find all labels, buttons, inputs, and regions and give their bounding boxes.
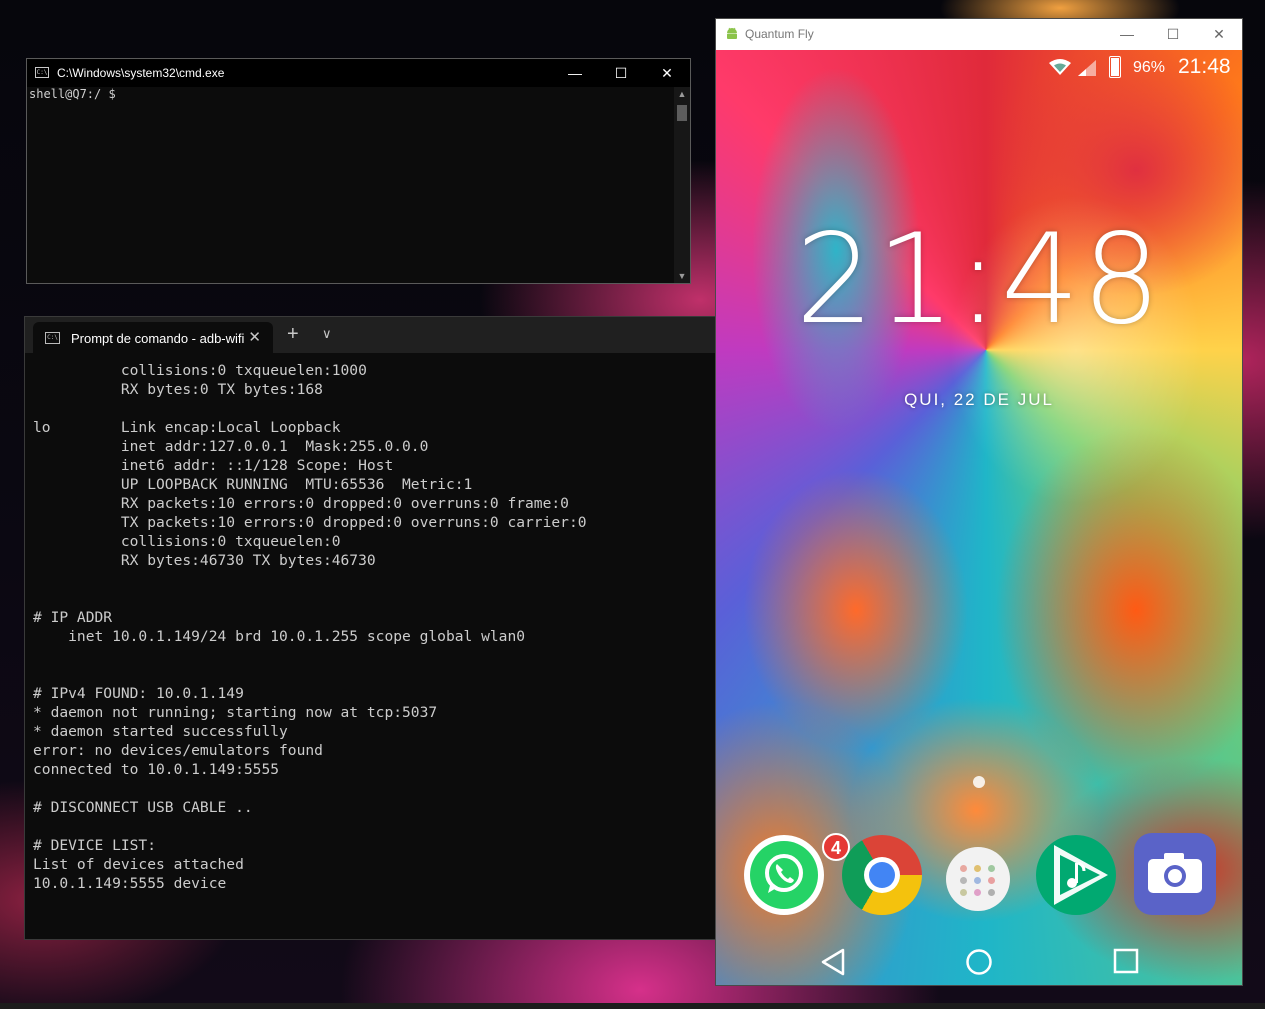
terminal-line: 10.0.1.149:5555 device xyxy=(33,875,227,892)
cmd-scrollbar[interactable]: ▲ ▼ xyxy=(674,87,690,283)
phone-window[interactable]: Quantum Fly — ☐ ✕ 96% 21:48 21:48 QUI, 2… xyxy=(715,18,1243,986)
home-icon[interactable] xyxy=(965,948,993,976)
cmd-window-title: C:\Windows\system32\cmd.exe xyxy=(57,66,225,80)
maximize-button[interactable]: ☐ xyxy=(598,59,644,87)
app-drawer-icon[interactable] xyxy=(946,847,1010,911)
maximize-button[interactable]: ☐ xyxy=(1150,19,1196,50)
taskbar xyxy=(0,1003,1265,1009)
battery-icon xyxy=(1109,56,1121,78)
cmd-console[interactable]: shell@Q7:/ $ xyxy=(27,87,674,283)
cmd-icon: C:\ xyxy=(45,332,60,344)
close-button[interactable]: ✕ xyxy=(644,59,690,87)
terminal-line: List of devices attached xyxy=(33,856,244,873)
new-tab-button[interactable]: + xyxy=(287,323,299,346)
terminal-line: lo Link encap:Local Loopback xyxy=(33,419,341,436)
terminal-line: collisions:0 txqueuelen:0 xyxy=(33,533,341,550)
terminal-line: TX packets:10 errors:0 dropped:0 overrun… xyxy=(33,514,587,531)
terminal-line: collisions:0 txqueuelen:1000 xyxy=(33,362,367,379)
terminal-tab[interactable]: C:\ Prompt de comando - adb-wifi ✕ xyxy=(33,322,273,353)
page-indicator xyxy=(973,776,985,788)
terminal-line: RX packets:10 errors:0 dropped:0 overrun… xyxy=(33,495,569,512)
phone-screen[interactable]: 96% 21:48 21:48 QUI, 22 DE JUL 4 xyxy=(716,50,1242,985)
tab-close-icon[interactable]: ✕ xyxy=(248,328,261,346)
whatsapp-icon[interactable]: 4 xyxy=(744,833,850,915)
terminal-window[interactable]: C:\ Prompt de comando - adb-wifi ✕ + ∨ c… xyxy=(24,316,718,940)
wifi-icon xyxy=(1049,59,1071,75)
app-dock: 4 xyxy=(716,815,1242,915)
terminal-line: # IP ADDR xyxy=(33,609,113,626)
lockscreen-clock: 21:48 xyxy=(795,208,1163,352)
terminal-line: # IPv4 FOUND: 10.0.1.149 xyxy=(33,685,244,702)
terminal-line: # DEVICE LIST: xyxy=(33,837,157,854)
terminal-line: RX bytes:0 TX bytes:168 xyxy=(33,381,323,398)
android-icon xyxy=(727,27,737,39)
status-bar: 96% 21:48 xyxy=(716,50,1242,86)
terminal-line: UP LOOPBACK RUNNING MTU:65536 Metric:1 xyxy=(33,476,473,493)
play-music-icon[interactable] xyxy=(1036,835,1116,915)
status-time: 21:48 xyxy=(1178,55,1231,78)
scroll-thumb[interactable] xyxy=(677,105,687,121)
terminal-line: inet6 addr: ::1/128 Scope: Host xyxy=(33,457,394,474)
terminal-tabstrip[interactable]: C:\ Prompt de comando - adb-wifi ✕ + ∨ xyxy=(25,317,717,353)
chrome-icon[interactable] xyxy=(842,835,922,915)
cmd-titlebar[interactable]: C:\ C:\Windows\system32\cmd.exe — ☐ ✕ xyxy=(27,59,690,87)
terminal-tab-title: Prompt de comando - adb-wifi xyxy=(71,331,245,346)
chevron-down-icon[interactable]: ∨ xyxy=(322,326,332,342)
cmd-icon: C:\ xyxy=(35,67,49,78)
cmd-prompt: shell@Q7:/ $ xyxy=(29,87,116,101)
signal-icon xyxy=(1078,60,1096,76)
lockscreen-date: QUI, 22 DE JUL xyxy=(904,390,1054,409)
terminal-line: # DISCONNECT USB CABLE .. xyxy=(33,799,253,816)
navigation-bar xyxy=(716,940,1242,985)
terminal-line: * daemon started successfully xyxy=(33,723,288,740)
terminal-output[interactable]: collisions:0 txqueuelen:1000 RX bytes:0 … xyxy=(33,361,709,939)
battery-percentage: 96% xyxy=(1133,59,1166,76)
terminal-line: inet addr:127.0.0.1 Mask:255.0.0.0 xyxy=(33,438,429,455)
phone-titlebar[interactable]: Quantum Fly — ☐ ✕ xyxy=(716,19,1242,50)
phone-handset-icon xyxy=(765,854,803,893)
terminal-line: inet 10.0.1.149/24 brd 10.0.1.255 scope … xyxy=(33,628,526,645)
scroll-down-arrow-icon[interactable]: ▼ xyxy=(674,271,690,281)
back-icon[interactable] xyxy=(820,948,846,976)
close-button[interactable]: ✕ xyxy=(1196,19,1242,50)
play-triangle-icon xyxy=(1054,845,1108,905)
minimize-button[interactable]: — xyxy=(552,59,598,87)
scroll-up-arrow-icon[interactable]: ▲ xyxy=(674,89,690,99)
terminal-line: RX bytes:46730 TX bytes:46730 xyxy=(33,552,376,569)
cmd-window[interactable]: C:\ C:\Windows\system32\cmd.exe — ☐ ✕ sh… xyxy=(26,58,691,284)
terminal-line: connected to 10.0.1.149:5555 xyxy=(33,761,280,778)
phone-window-title: Quantum Fly xyxy=(745,27,814,41)
camera-glyph-icon xyxy=(1148,853,1202,893)
recents-icon[interactable] xyxy=(1113,948,1139,974)
camera-icon[interactable] xyxy=(1134,833,1216,915)
terminal-line: * daemon not running; starting now at tc… xyxy=(33,704,438,721)
minimize-button[interactable]: — xyxy=(1104,19,1150,50)
terminal-line: error: no devices/emulators found xyxy=(33,742,323,759)
